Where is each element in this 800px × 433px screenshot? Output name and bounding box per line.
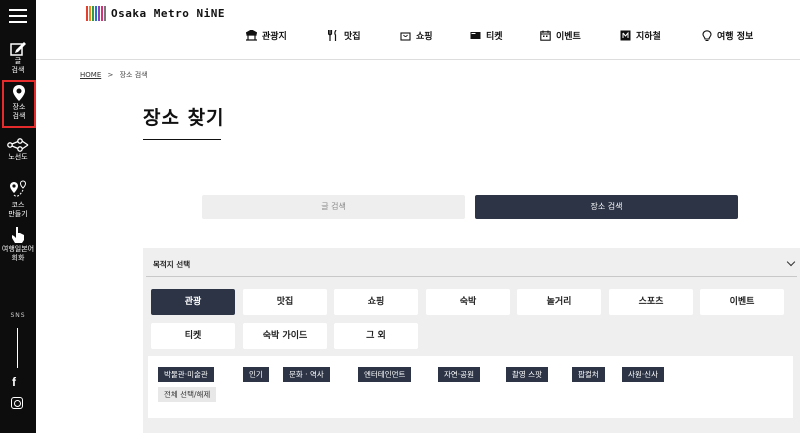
sidebar-item-label: 회화 [11,254,25,262]
category-button[interactable]: 이벤트 [700,289,784,315]
calendar-icon [540,30,551,41]
logo-text: Osaka Metro NiNE [111,7,225,20]
nav-label: 여행 정보 [717,32,754,42]
category-button[interactable]: 맛집 [243,289,327,315]
course-pin-icon [10,180,27,197]
nav-label: 관광지 [262,32,287,42]
nav-item-sightseeing[interactable]: 관광지 [246,29,328,42]
temple-icon [246,30,257,41]
sidebar-item-course[interactable]: 코스 만들기 [0,180,36,218]
menu-icon[interactable] [9,9,27,23]
subcategory-tag[interactable]: 엔터테인먼트 [358,367,412,382]
nav-item-subway[interactable]: 지하철 [620,29,702,42]
sidebar-item-label: 글 [14,57,22,65]
panel-heading: 목적지 선택 [153,260,191,269]
category-button[interactable]: 티켓 [151,323,235,349]
subcategory-tag[interactable]: 인기 [243,367,269,382]
nav-label: 맛집 [344,32,361,42]
sidebar-item-text-search[interactable]: 글 검색 [0,40,36,74]
breadcrumb-current: 장소 검색 [119,71,148,79]
nav-label: 쇼핑 [416,32,433,42]
nav-label: 지하철 [636,32,661,42]
sidebar-item-label: 검색 [12,112,26,120]
sidebar-item-label: 여행일본어 [1,245,35,253]
category-button[interactable]: 그 외 [334,323,418,349]
sidebar-item-route-map[interactable]: 노선도 [0,138,36,161]
sidebar-item-label: 코스 [11,201,25,209]
category-button[interactable]: 관광 [151,289,235,315]
category-button[interactable]: 숙박 [426,289,510,315]
map-pin-icon [13,85,25,101]
facebook-icon[interactable]: f [12,375,16,389]
site-logo[interactable]: Osaka Metro NiNE [86,6,225,21]
breadcrumb-home-link[interactable]: HOME [80,71,101,79]
category-button[interactable]: 숙박 가이드 [243,323,327,349]
sidebar-item-label: 장소 [12,103,26,111]
breadcrumb-separator: > [107,71,114,79]
subcategory-tag[interactable]: 팝컬처 [572,367,605,382]
page-title: 장소 찾기 [143,107,225,129]
destination-panel: 목적지 선택 관광 맛집 쇼핑 숙박 놀거리 스포츠 이벤트 티켓 숙박 가이드… [143,248,800,433]
logo-mark-icon [86,6,106,21]
instagram-icon[interactable] [11,397,23,409]
breadcrumb: HOME > 장소 검색 [80,70,148,80]
subcategory-tag[interactable]: 문화 · 역사 [283,367,330,382]
panel-divider [146,276,797,277]
nav-item-event[interactable]: 이벤트 [540,29,620,42]
sns-divider [17,328,18,368]
shopping-bag-icon [400,32,411,41]
category-button[interactable]: 스포츠 [609,289,693,315]
chevron-down-icon[interactable] [786,257,796,267]
edit-icon [10,42,26,56]
subcategory-tag-box: 박물관·미술관 인기 문화 · 역사 엔터테인먼트 자연·공원 촬영 스팟 팝컬… [148,356,793,418]
route-map-icon [7,138,29,152]
subcategory-tag[interactable]: 촬영 스팟 [506,367,548,382]
subcategory-tag[interactable]: 자연·공원 [438,367,480,382]
nav-label: 티켓 [486,32,503,42]
subcategory-tag[interactable]: 사원·신사 [622,367,664,382]
sns-label: SNS [10,312,26,319]
subcategory-tag[interactable]: 박물관·미술관 [158,367,214,382]
sidebar-item-japanese-phrases[interactable]: 여행일본어 회화 [0,226,36,262]
main-nav: 관광지 맛집 쇼핑 티켓 이벤트 지하철 여행 정보 [246,29,792,42]
select-all-toggle[interactable]: 전체 선택/해제 [158,387,217,402]
title-underline [143,139,221,140]
nav-item-ticket[interactable]: 티켓 [470,29,540,42]
sidebar-item-label: 노선도 [8,153,28,161]
site-header: Osaka Metro NiNE 관광지 맛집 쇼핑 티켓 이벤트 지하철 여행… [36,0,800,60]
nav-item-food[interactable]: 맛집 [328,29,400,42]
subway-icon [620,30,631,41]
sidebar-item-label: 만들기 [8,210,28,218]
text-search-tab[interactable]: 글 검색 [202,195,465,219]
place-search-tab[interactable]: 장소 검색 [475,195,738,219]
utensils-icon [328,30,337,41]
nav-item-travel-info[interactable]: 여행 정보 [702,29,792,42]
nav-label: 이벤트 [556,32,581,42]
sidebar-item-place-search[interactable]: 장소 검색 [2,80,36,128]
lightbulb-icon [702,29,712,41]
category-button[interactable]: 놀거리 [517,289,601,315]
left-sidebar: 글 검색 장소 검색 노선도 코스 만들기 여행일본어 회화 SNS f [0,0,36,433]
pointing-hand-icon [12,227,24,243]
category-button[interactable]: 쇼핑 [334,289,418,315]
ticket-icon [470,32,481,39]
nav-item-shopping[interactable]: 쇼핑 [400,29,470,42]
sidebar-item-label: 검색 [11,66,25,74]
